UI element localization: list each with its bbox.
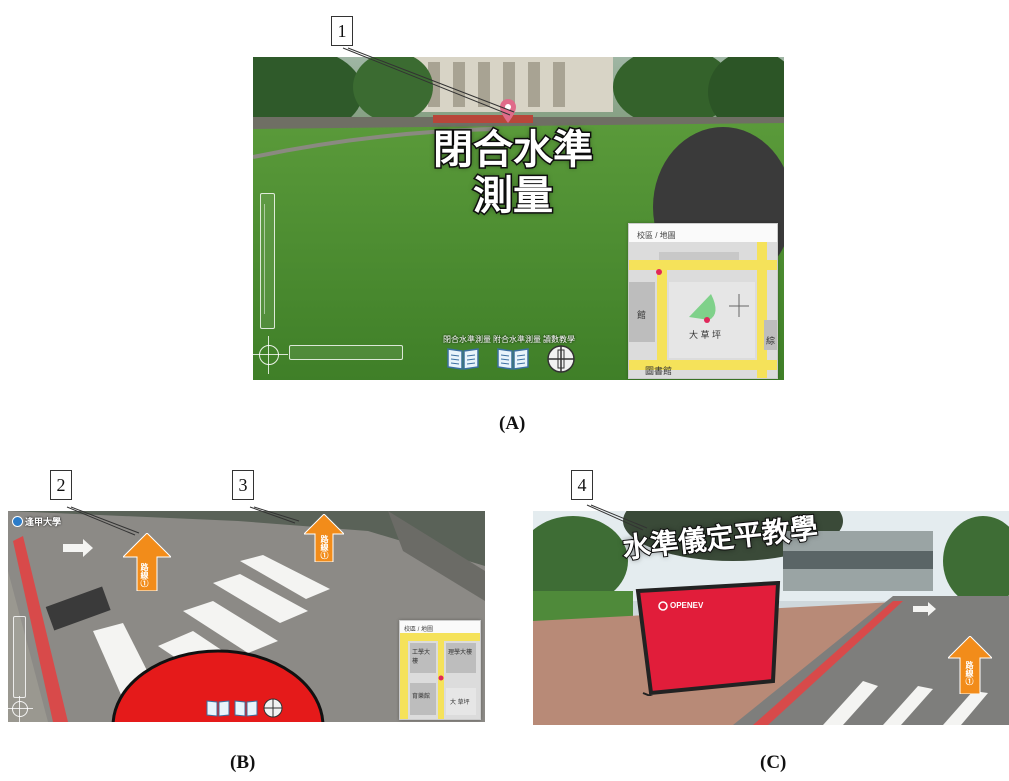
screen-brand: OPENEV: [670, 601, 704, 610]
minimap-title: 校區 / 地圖: [637, 231, 676, 240]
route-arrow-label: 路線①: [965, 661, 974, 685]
zoom-slider[interactable]: [260, 193, 275, 329]
book-icon[interactable]: [206, 699, 230, 717]
navigation-joystick[interactable]: [253, 336, 288, 374]
caption-c: (C): [760, 752, 786, 774]
callout-3: 3: [232, 470, 254, 500]
panel-c-viewport[interactable]: 水準儀定平教學 OPENEV 路線①: [533, 511, 1009, 725]
callout-1: 1: [331, 16, 353, 46]
caption-a-text: (A): [499, 413, 526, 434]
logo-icon: [12, 516, 23, 527]
callout-leaders-2-3: [66, 506, 300, 536]
tool-label-closed-leveling: 閉合水準測量: [443, 335, 491, 344]
zoom-slider[interactable]: [13, 616, 26, 698]
minimap-label-building: 綜: [766, 336, 776, 346]
minimap-title: 校區 / 地圖: [404, 627, 434, 633]
book-icon[interactable]: [234, 699, 258, 717]
minimap-graphic: [400, 633, 480, 719]
minimap-label-engineering: 工學大樓: [412, 650, 431, 665]
leveling-rod-icon[interactable]: [262, 697, 284, 719]
video-screen[interactable]: [633, 581, 783, 696]
caption-b: (B): [230, 752, 255, 774]
callout-leader-1: [342, 47, 515, 116]
leveling-rod-icon[interactable]: [546, 344, 576, 374]
minimap-graphic: [629, 242, 777, 378]
callout-2: 2: [50, 470, 72, 500]
university-logo: 逢甲大學: [12, 515, 61, 528]
route-arrow-1-label: 路線①: [140, 563, 149, 587]
minimap-label-hall: 館: [637, 310, 647, 320]
book-icon[interactable]: [496, 346, 530, 370]
minimap[interactable]: 校區 / 地圖 工學大樓 理學大樓 育樂館 大 草坪: [399, 620, 481, 720]
minimap-label-science: 理學大樓: [448, 650, 473, 656]
tool-label-annexed-leveling: 附合水準測量: [493, 335, 541, 344]
station-title-line2: 測量: [472, 172, 555, 221]
station-title-line1: 閉合水準: [432, 126, 595, 175]
pan-slider[interactable]: [289, 345, 403, 360]
minimap[interactable]: 校區 / 地圖 館 大 草 坪 綜 圖書館: [628, 223, 778, 379]
book-icon[interactable]: [446, 346, 480, 370]
navigation-joystick[interactable]: [8, 696, 33, 722]
caption-b-text: (B): [230, 752, 256, 773]
caption-a: (A): [499, 413, 525, 435]
minimap-label-lawn: 大 草 坪: [689, 330, 722, 340]
minimap-label-library: 圖書館: [645, 366, 673, 376]
callout-4: 4: [571, 470, 593, 500]
caption-c-text: (C): [760, 752, 787, 773]
station-title[interactable]: 閉合水準 測量: [432, 126, 595, 221]
minimap-label-lawn: 大 草坪: [450, 700, 470, 706]
minimap-label-gym: 育樂館: [412, 694, 431, 700]
